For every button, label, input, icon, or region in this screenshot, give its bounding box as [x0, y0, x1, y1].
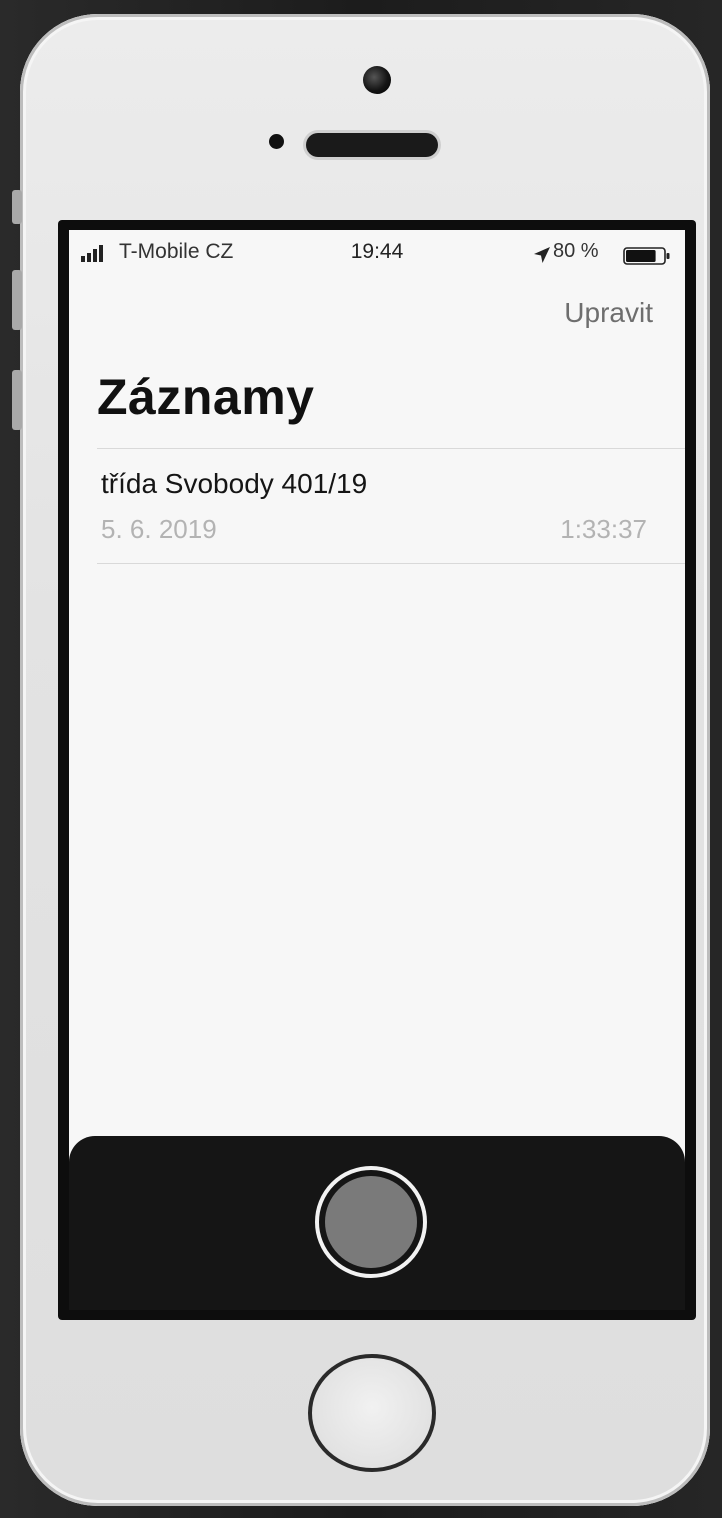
home-button-icon[interactable] — [308, 1354, 436, 1472]
proximity-sensor — [269, 134, 284, 149]
list-divider — [97, 563, 685, 564]
location-arrow-icon — [534, 247, 550, 263]
volume-up-button — [12, 270, 22, 330]
earpiece-speaker — [306, 133, 438, 157]
page-title: Záznamy — [97, 369, 315, 425]
status-bar: T-Mobile CZ 19:44 80 % — [69, 230, 685, 280]
volume-down-button — [12, 370, 22, 430]
record-button[interactable] — [315, 1166, 427, 1278]
recording-title: třída Svobody 401/19 — [101, 468, 368, 499]
list-item[interactable]: třída Svobody 401/19 5. 6. 2019 1:33:37 — [69, 452, 685, 562]
mute-switch — [12, 190, 22, 224]
battery-percent: 80 % — [553, 240, 599, 262]
app-screen: T-Mobile CZ 19:44 80 % Upravit Záznamy t… — [69, 230, 685, 1310]
front-camera-icon — [363, 66, 391, 94]
record-circle-icon — [325, 1176, 417, 1268]
edit-button[interactable]: Upravit — [564, 297, 653, 329]
title-divider — [97, 448, 685, 449]
record-panel — [69, 1136, 685, 1310]
battery-icon — [623, 247, 670, 265]
recording-date: 5. 6. 2019 — [101, 514, 217, 544]
recording-duration: 1:33:37 — [560, 514, 647, 544]
